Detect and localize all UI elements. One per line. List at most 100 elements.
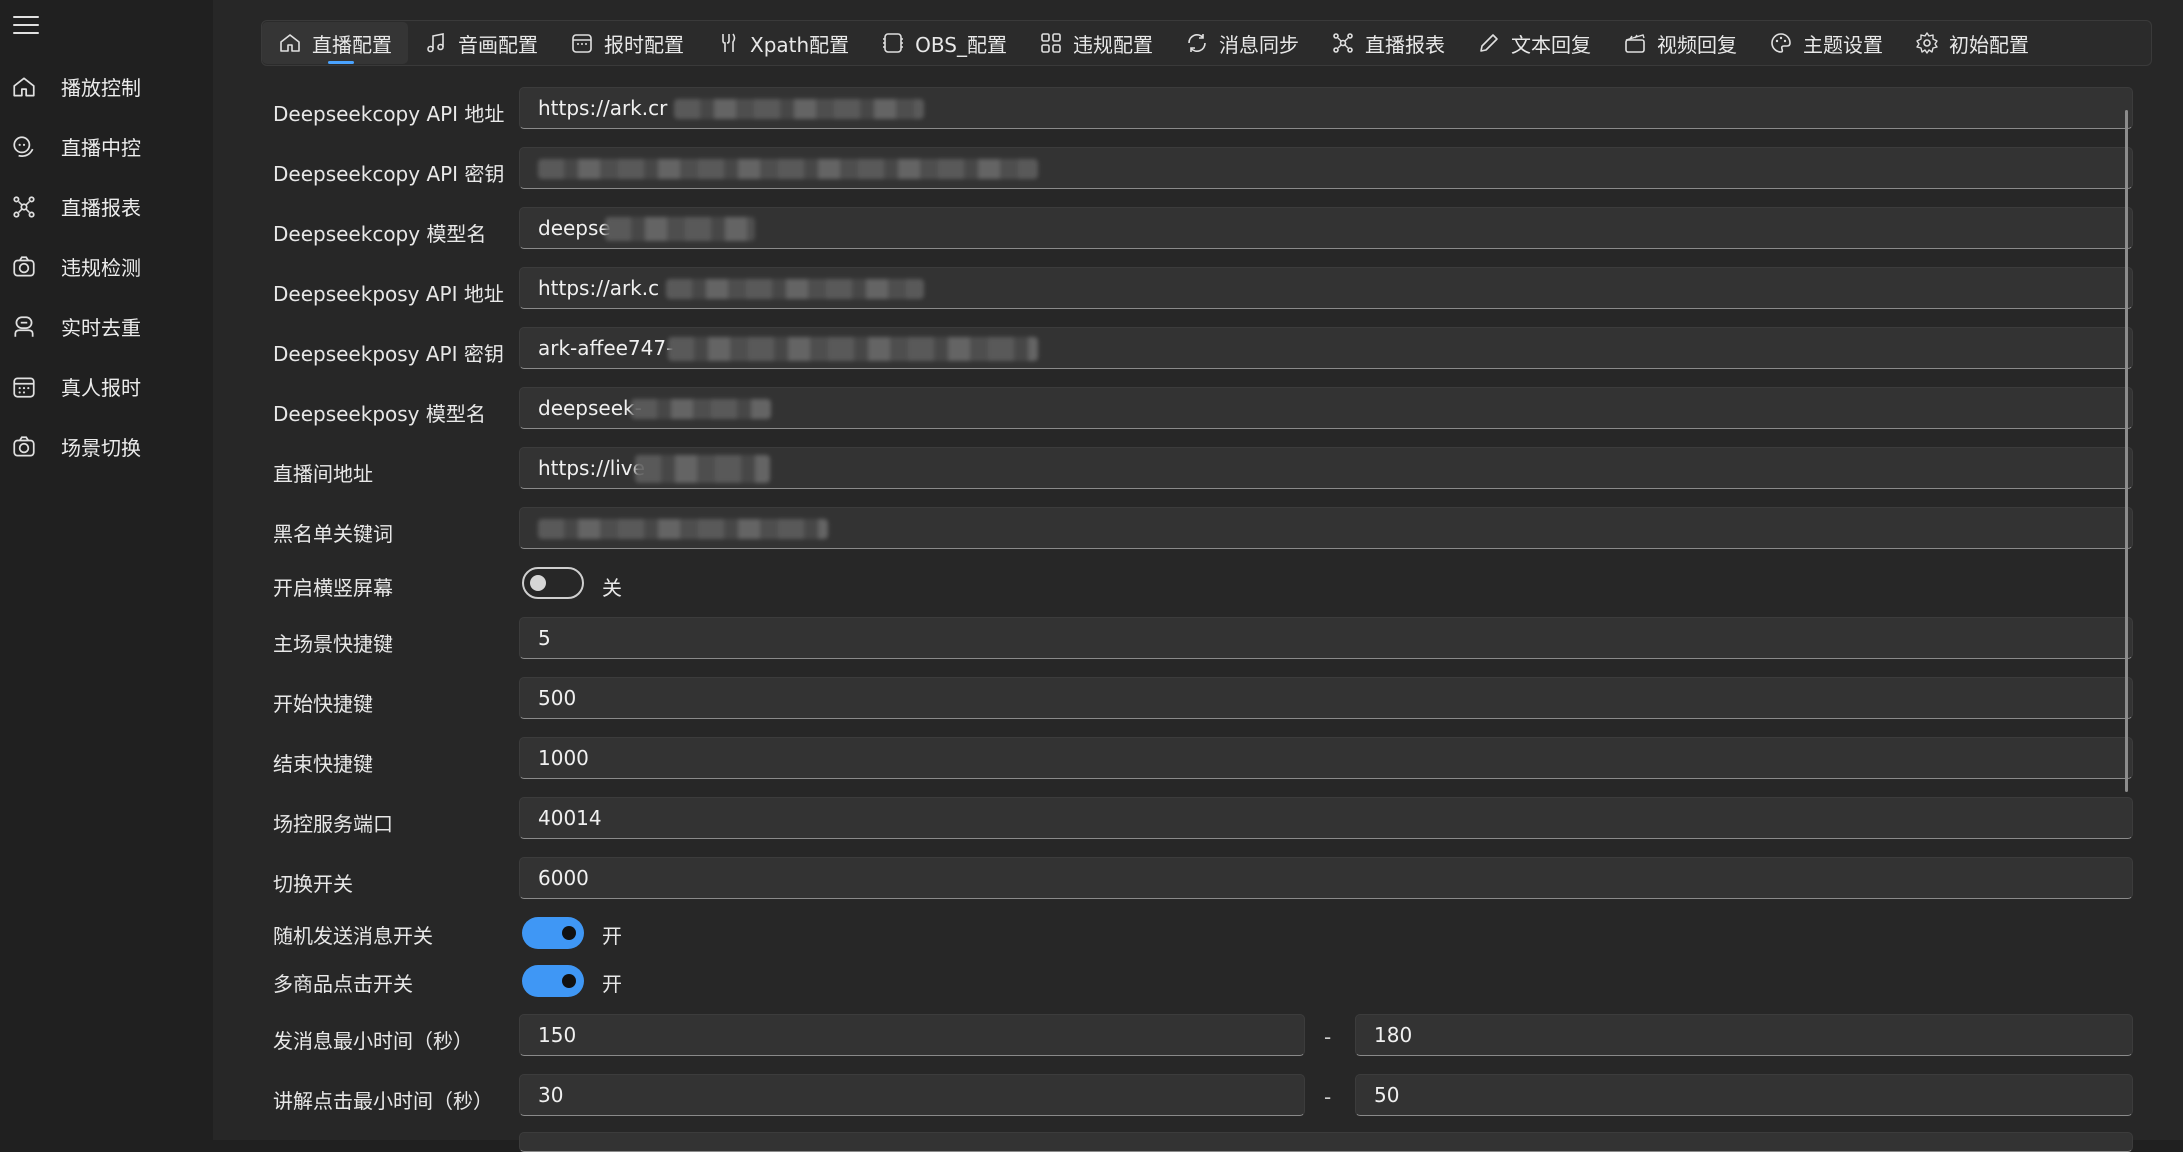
sidebar-item-label: 场景切换 bbox=[61, 435, 141, 460]
tab-label: OBS_配置 bbox=[915, 32, 1007, 57]
field-label: 多商品点击开关 bbox=[273, 972, 413, 996]
tab-label: 报时配置 bbox=[604, 32, 684, 57]
screen-orientation-toggle[interactable] bbox=[522, 567, 584, 599]
click-interval-max-input[interactable] bbox=[1355, 1074, 2133, 1116]
field-label: 直播间地址 bbox=[273, 462, 373, 486]
scrollbar[interactable] bbox=[2125, 110, 2128, 792]
menu-icon[interactable] bbox=[13, 16, 39, 36]
redaction bbox=[538, 159, 1038, 179]
redaction bbox=[538, 519, 828, 539]
partial-input[interactable] bbox=[519, 1132, 2133, 1152]
tab-bar: 直播配置 音画配置 报时配置 Xpath配置 OBS_配置 违规配置 消息同步 bbox=[261, 20, 2152, 66]
sidebar-item-violation[interactable]: 违规检测 bbox=[0, 242, 213, 290]
nodes-icon bbox=[13, 196, 35, 218]
bot-icon bbox=[14, 316, 34, 337]
camera-icon bbox=[13, 256, 35, 277]
main-panel: 直播配置 音画配置 报时配置 Xpath配置 OBS_配置 违规配置 消息同步 bbox=[213, 0, 2183, 1152]
sidebar-item-label: 播放控制 bbox=[61, 75, 141, 100]
chat-icon bbox=[13, 136, 34, 157]
nodes-icon bbox=[1333, 33, 1353, 53]
sync-icon bbox=[1188, 33, 1206, 53]
sidebar-item-label: 直播报表 bbox=[61, 195, 141, 220]
field-label: 发消息最小时间（秒） bbox=[273, 1029, 473, 1053]
switch-value-input[interactable] bbox=[519, 857, 2133, 899]
sidebar-item-playback[interactable]: 播放控制 bbox=[0, 62, 213, 110]
toggle-state-text: 关 bbox=[602, 576, 622, 600]
end-key-input[interactable] bbox=[519, 737, 2133, 779]
service-port-input[interactable] bbox=[519, 797, 2133, 839]
redaction bbox=[605, 217, 755, 241]
toggle-state-text: 开 bbox=[602, 924, 622, 948]
field-label: Deepseekposy 模型名 bbox=[273, 402, 486, 426]
redaction bbox=[631, 399, 771, 419]
tab-video-reply[interactable]: 视频回复 bbox=[1607, 22, 1753, 64]
obs-icon bbox=[883, 33, 904, 53]
tab-text-reply[interactable]: 文本回复 bbox=[1461, 22, 1607, 64]
tab-label: 违规配置 bbox=[1072, 32, 1153, 57]
tab-label: 音画配置 bbox=[458, 32, 538, 57]
field-label: Deepseekposy API 密钥 bbox=[273, 342, 504, 366]
sidebar-item-live-control[interactable]: 直播中控 bbox=[0, 122, 213, 170]
tab-av-config[interactable]: 音画配置 bbox=[408, 22, 554, 64]
home-icon bbox=[280, 34, 300, 52]
sidebar-item-live-report[interactable]: 直播报表 bbox=[0, 182, 213, 230]
tab-label: 视频回复 bbox=[1656, 32, 1737, 57]
sidebar-item-label: 真人报时 bbox=[61, 375, 141, 400]
sidebar-item-label: 违规检测 bbox=[61, 255, 141, 280]
field-label: 随机发送消息开关 bbox=[273, 924, 433, 948]
tab-label: Xpath配置 bbox=[750, 32, 850, 57]
tab-time-config[interactable]: 报时配置 bbox=[554, 22, 700, 64]
clapper-icon bbox=[1625, 34, 1645, 53]
sidebar-item-label: 实时去重 bbox=[61, 315, 141, 340]
gear-icon bbox=[1916, 32, 1938, 54]
field-label: Deepseekposy API 地址 bbox=[273, 282, 504, 306]
tool-icon bbox=[722, 33, 736, 52]
range-separator: - bbox=[1324, 1085, 1332, 1109]
palette-icon bbox=[1771, 33, 1791, 53]
msg-interval-min-input[interactable] bbox=[519, 1014, 1305, 1056]
tab-xpath-config[interactable]: Xpath配置 bbox=[700, 22, 865, 64]
tab-label: 消息同步 bbox=[1218, 32, 1299, 57]
field-label: 结束快捷键 bbox=[273, 752, 373, 776]
sidebar-item-time-report[interactable]: 真人报时 bbox=[0, 362, 213, 410]
calendar-icon bbox=[13, 377, 35, 398]
sidebar-item-dedupe[interactable]: 实时去重 bbox=[0, 302, 213, 350]
click-interval-min-input[interactable] bbox=[519, 1074, 1305, 1116]
multi-product-click-toggle[interactable] bbox=[522, 965, 584, 997]
field-label: 黑名单关键词 bbox=[273, 522, 393, 546]
calendar-icon bbox=[572, 34, 592, 53]
msg-interval-max-input[interactable] bbox=[1355, 1014, 2133, 1056]
camera-icon bbox=[13, 436, 35, 457]
tab-label: 主题设置 bbox=[1802, 32, 1883, 57]
pencil-icon bbox=[1480, 34, 1498, 52]
sidebar-item-label: 直播中控 bbox=[61, 135, 141, 160]
tab-init-config[interactable]: 初始配置 bbox=[1899, 22, 2045, 64]
home-icon bbox=[13, 77, 35, 97]
tab-obs-config[interactable]: OBS_配置 bbox=[865, 22, 1023, 64]
start-key-input[interactable] bbox=[519, 677, 2133, 719]
grid-icon bbox=[1041, 33, 1061, 53]
sidebar-item-scene-switch[interactable]: 场景切换 bbox=[0, 422, 213, 470]
tab-live-report[interactable]: 直播报表 bbox=[1315, 22, 1461, 64]
tab-label: 初始配置 bbox=[1948, 32, 2029, 57]
copy-model-input[interactable] bbox=[519, 207, 2133, 249]
random-message-toggle[interactable] bbox=[522, 917, 584, 949]
redaction bbox=[668, 337, 1038, 361]
tab-message-sync[interactable]: 消息同步 bbox=[1169, 22, 1315, 64]
redaction bbox=[635, 455, 770, 483]
redaction bbox=[674, 99, 924, 119]
music-icon bbox=[427, 33, 444, 53]
redaction bbox=[666, 279, 924, 299]
tab-live-config[interactable]: 直播配置 bbox=[262, 22, 408, 64]
tab-label: 直播配置 bbox=[312, 32, 392, 57]
main-scene-key-input[interactable] bbox=[519, 617, 2133, 659]
field-label: 主场景快捷键 bbox=[273, 632, 393, 656]
sidebar: 播放控制 直播中控 直播报表 违规检测 实时去重 真人报时 场景切换 bbox=[0, 0, 213, 1140]
field-label: 场控服务端口 bbox=[273, 812, 393, 836]
range-separator: - bbox=[1324, 1025, 1332, 1049]
tab-label: 文本回复 bbox=[1510, 32, 1591, 57]
tab-violation-config[interactable]: 违规配置 bbox=[1023, 22, 1169, 64]
tab-theme[interactable]: 主题设置 bbox=[1753, 22, 1899, 64]
field-label: Deepseekcopy API 地址 bbox=[273, 102, 505, 126]
tab-label: 直播报表 bbox=[1364, 32, 1445, 57]
